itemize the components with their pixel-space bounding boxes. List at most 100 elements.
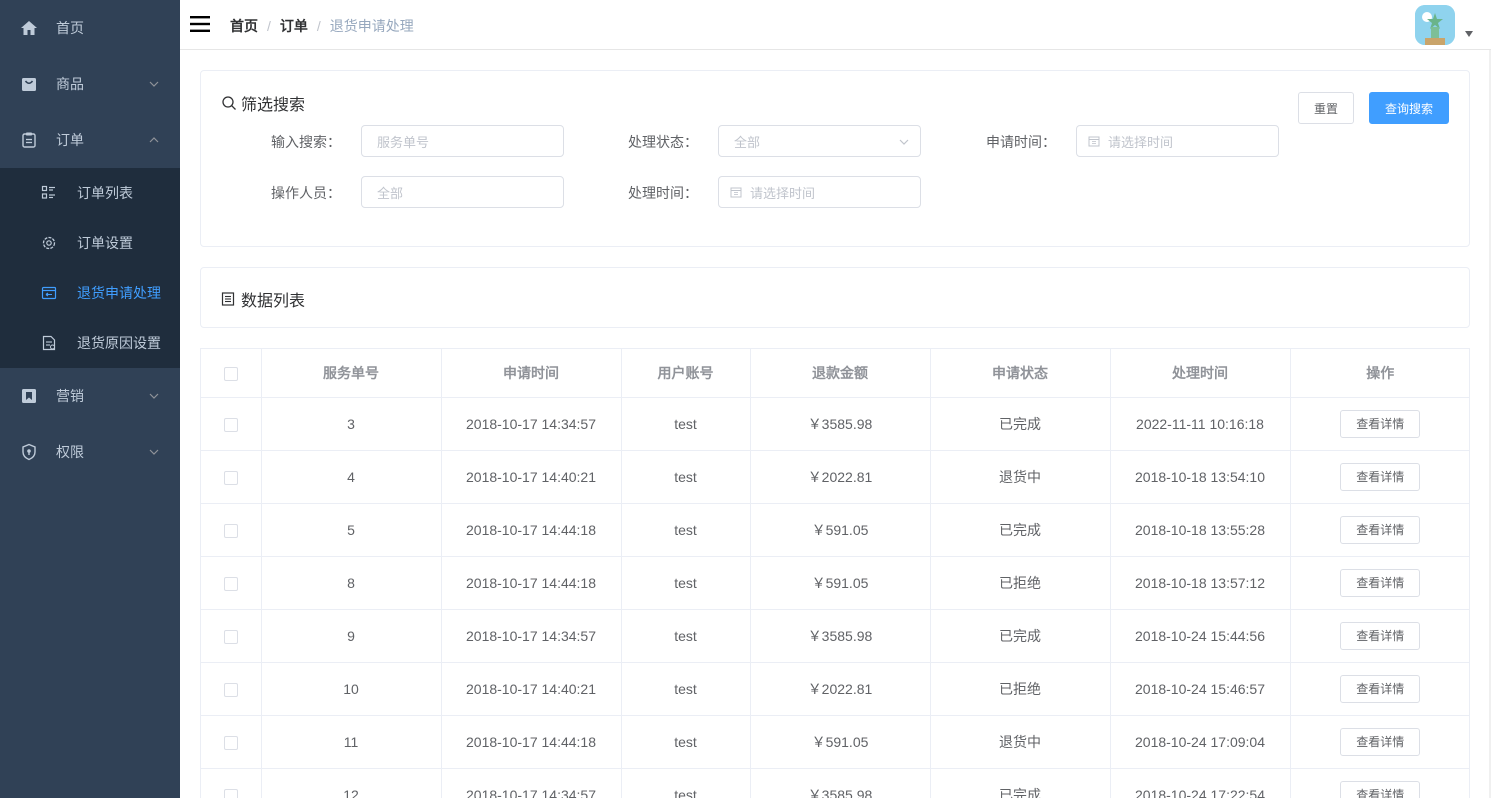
apply-time-cell: 2018-10-17 14:34:57 (441, 609, 622, 663)
column-header: 申请时间 (441, 349, 622, 398)
select-all-checkbox[interactable] (223, 366, 238, 381)
gear-icon (40, 234, 58, 252)
status-label: 处理状态： (628, 134, 698, 150)
row-select-cell (201, 662, 262, 716)
view-detail-button[interactable]: 查看详情 (1340, 780, 1421, 798)
table-row: 8 2018-10-17 14:44:18 test ￥591.05 已拒绝 2018-1… (201, 556, 1469, 610)
column-header: 处理时间 (1110, 349, 1291, 398)
table-row: 4 2018-10-17 14:40:21 test ￥2022.81 退货中 2018-… (201, 450, 1469, 504)
refund-amount-cell: ￥591.05 (750, 503, 931, 557)
filter-title-text: 筛选搜索 (241, 97, 306, 114)
select-all-cell (201, 349, 262, 398)
breadcrumb-home[interactable]: 首页 (230, 16, 258, 36)
action-cell: 查看详情 (1290, 450, 1469, 504)
refund-amount-cell: ￥3585.98 (750, 609, 931, 663)
view-detail-button[interactable]: 查看详情 (1340, 674, 1421, 703)
column-header: 用户账号 (621, 349, 751, 398)
row-select-cell (201, 397, 262, 451)
column-header: 操作 (1290, 349, 1469, 398)
action-cell: 查看详情 (1290, 768, 1469, 798)
handle-time-cell: 2018-10-24 15:44:56 (1110, 609, 1291, 663)
list-icon (40, 184, 58, 202)
apply-time-cell: 2018-10-17 14:44:18 (441, 715, 622, 769)
sidebar-item-label: 首页 (56, 20, 84, 36)
action-cell: 查看详情 (1290, 503, 1469, 557)
breadcrumb-current: 退货申请处理 (329, 18, 414, 34)
handle-time-cell: 2018-10-24 17:09:04 (1110, 715, 1291, 769)
apply-status-cell: 退货中 (930, 450, 1111, 504)
user-account-cell: test (621, 715, 751, 769)
row-checkbox[interactable] (223, 788, 238, 798)
service-id-cell: 4 (261, 450, 442, 504)
apply-time-cell: 2018-10-17 14:34:57 (441, 397, 622, 451)
apply-time-placeholder: 请选择时间 (1108, 134, 1174, 150)
action-cell: 查看详情 (1290, 662, 1469, 716)
keyword-input[interactable]: 服务单号 (361, 125, 564, 157)
view-detail-button[interactable]: 查看详情 (1340, 462, 1421, 491)
sidebar-item-return-apply[interactable]: 退货申请处理 (0, 268, 180, 318)
operator-label: 操作人员： (271, 185, 341, 201)
apply-time-picker[interactable]: 请选择时间 (1076, 125, 1279, 157)
caret-down-icon[interactable] (1465, 31, 1473, 37)
search-button[interactable]: 查询搜索 (1369, 92, 1449, 124)
hamburger-icon[interactable] (190, 15, 210, 33)
view-detail-button[interactable]: 查看详情 (1340, 727, 1421, 756)
handle-time-cell: 2022-11-11 10:16:18 (1110, 397, 1291, 451)
operator-placeholder: 全部 (377, 185, 404, 201)
sidebar-item-permissions[interactable]: 权限 (0, 424, 180, 480)
data-list-title-text: 数据列表 (241, 293, 306, 310)
view-detail-button[interactable]: 查看详情 (1340, 409, 1421, 438)
breadcrumb-separator: / (316, 18, 321, 34)
user-account-cell: test (621, 450, 751, 504)
user-account-cell: test (621, 503, 751, 557)
reset-button[interactable]: 重置 (1298, 92, 1354, 124)
apply-status-cell: 已拒绝 (930, 556, 1111, 610)
table-row: 10 2018-10-17 14:40:21 test ￥2022.81 已拒绝 2018… (201, 662, 1469, 716)
service-id-cell: 9 (261, 609, 442, 663)
sidebar-item-label: 订单列表 (77, 185, 133, 201)
sidebar-item-order-list[interactable]: 订单列表 (0, 168, 180, 218)
clipboard-icon (20, 131, 38, 149)
row-select-cell (201, 556, 262, 610)
apply-status-cell: 已完成 (930, 503, 1111, 557)
sidebar-item-label: 退货申请处理 (77, 285, 161, 301)
row-checkbox[interactable] (223, 735, 238, 750)
action-cell: 查看详情 (1290, 556, 1469, 610)
sidebar-item-marketing[interactable]: 营销 (0, 368, 180, 424)
handle-time-label: 处理时间： (628, 185, 698, 201)
avatar[interactable] (1415, 5, 1455, 45)
row-select-cell (201, 715, 262, 769)
operator-input[interactable]: 全部 (361, 176, 564, 208)
return-apply-table: 服务单号 申请时间 用户账号 退款金额 申请状态 处理时间 操作 3 2018-1… (200, 348, 1470, 798)
row-checkbox[interactable] (223, 629, 238, 644)
table-row: 11 2018-10-17 14:44:18 test ￥591.05 退货中 2018-… (201, 715, 1469, 769)
sidebar-item-orders[interactable]: 订单 (0, 112, 180, 168)
sidebar-item-products[interactable]: 商品 (0, 56, 180, 112)
sidebar-item-return-reason[interactable]: 退货原因设置 (0, 318, 180, 368)
table-row: 12 2018-10-17 14:34:57 test ￥3585.98 已完成 2018… (201, 768, 1469, 798)
sidebar-item-order-settings[interactable]: 订单设置 (0, 218, 180, 268)
apply-status-cell: 退货中 (930, 715, 1111, 769)
row-checkbox[interactable] (223, 576, 238, 591)
handle-time-cell: 2018-10-24 15:46:57 (1110, 662, 1291, 716)
view-detail-button[interactable]: 查看详情 (1340, 568, 1421, 597)
row-checkbox[interactable] (223, 682, 238, 697)
user-account-cell: test (621, 397, 751, 451)
status-select[interactable]: 全部 (718, 125, 921, 157)
breadcrumb-orders[interactable]: 订单 (280, 16, 308, 36)
row-checkbox[interactable] (223, 523, 238, 538)
top-navbar: 首页 / 订单 / 退货申请处理 (180, 0, 1491, 50)
row-checkbox[interactable] (223, 470, 238, 485)
service-id-cell: 8 (261, 556, 442, 610)
calendar-icon (730, 187, 742, 198)
sidebar-item-home[interactable]: 首页 (0, 0, 180, 56)
view-detail-button[interactable]: 查看详情 (1340, 515, 1421, 544)
table-row: 5 2018-10-17 14:44:18 test ￥591.05 已完成 2018-1… (201, 503, 1469, 557)
handle-time-picker[interactable]: 请选择时间 (718, 176, 921, 208)
view-detail-button[interactable]: 查看详情 (1340, 621, 1421, 650)
service-id-cell: 12 (261, 768, 442, 798)
list-icon (221, 292, 235, 306)
user-account-cell: test (621, 768, 751, 798)
row-checkbox[interactable] (223, 417, 238, 432)
handle-time-placeholder: 请选择时间 (750, 185, 816, 201)
